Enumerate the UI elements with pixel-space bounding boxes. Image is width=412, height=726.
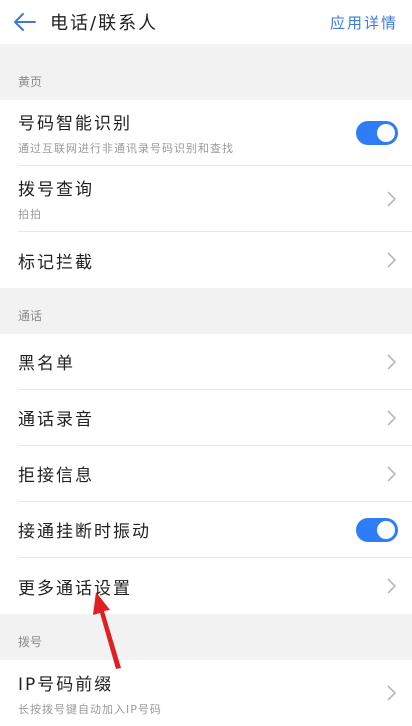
setting-blacklist[interactable]: 黑名单 — [18, 334, 412, 390]
setting-title: 黑名单 — [18, 354, 75, 374]
chevron-right-icon — [387, 465, 397, 482]
setting-title: 更多通话设置 — [18, 578, 132, 599]
app-header: 电话/联系人 应用详情 — [0, 0, 412, 44]
section-header-yellow-pages: 黄页 — [0, 44, 412, 100]
setting-title: 通话录音 — [18, 410, 94, 430]
setting-title: 拒接信息 — [18, 466, 94, 486]
setting-title: 号码智能识别 — [18, 114, 132, 134]
section-header-dialing: 拨号 — [0, 614, 412, 660]
page-title: 电话/联系人 — [50, 13, 159, 34]
chevron-right-icon — [387, 190, 397, 207]
setting-more-call-settings[interactable]: 更多通话设置 — [18, 558, 412, 614]
chevron-right-icon — [387, 685, 397, 701]
setting-title: IP号码前缀 — [18, 674, 114, 695]
setting-call-recording[interactable]: 通话录音 — [18, 390, 412, 446]
setting-title: 接通挂断时振动 — [18, 522, 151, 542]
chevron-right-icon — [387, 409, 397, 426]
setting-dial-lookup[interactable]: 拨号查询 拍拍 — [18, 166, 412, 232]
smart-recognition-toggle[interactable] — [356, 120, 398, 145]
setting-mark-block[interactable]: 标记拦截 — [18, 232, 412, 288]
setting-title: 拨号查询 — [18, 180, 94, 200]
chevron-right-icon — [387, 578, 397, 594]
setting-reject-messages[interactable]: 拒接信息 — [18, 446, 412, 502]
setting-subtitle: 长按拨号键自动加入IP号码 — [18, 702, 162, 716]
setting-subtitle: 拍拍 — [18, 208, 42, 221]
setting-vibrate-on-connect[interactable]: 接通挂断时振动 — [18, 502, 412, 558]
setting-smart-number-recognition[interactable]: 号码智能识别 通过互联网进行非通讯录号码识别和查找 — [18, 100, 412, 166]
app-details-link[interactable]: 应用详情 — [330, 0, 398, 44]
setting-ip-prefix[interactable]: IP号码前缀 长按拨号键自动加入IP号码 — [18, 660, 412, 726]
chevron-right-icon — [387, 252, 397, 268]
setting-title: 标记拦截 — [18, 252, 94, 273]
setting-subtitle: 通过互联网进行非通讯录号码识别和查找 — [18, 142, 234, 155]
chevron-right-icon — [387, 353, 397, 370]
back-button[interactable] — [0, 0, 50, 44]
vibrate-toggle[interactable] — [356, 517, 398, 542]
section-header-calls: 通话 — [0, 288, 412, 334]
back-arrow-icon — [14, 13, 36, 31]
